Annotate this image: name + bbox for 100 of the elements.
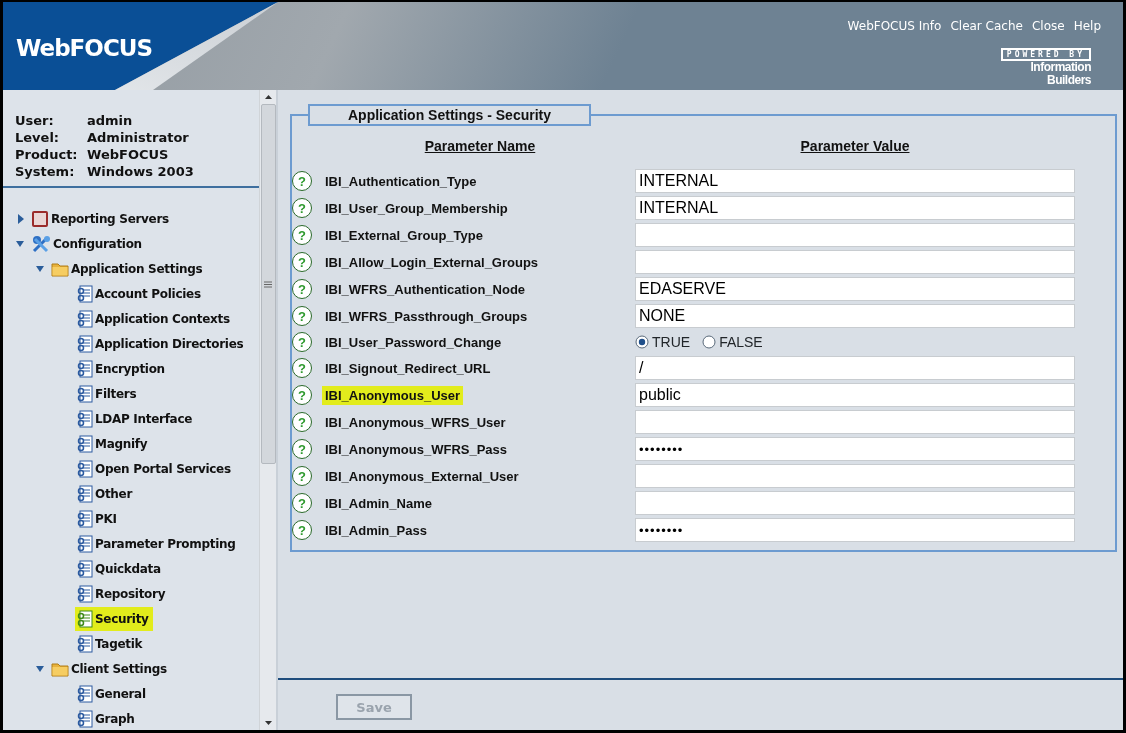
tree-item[interactable]: Application Contexts [93, 310, 232, 327]
parameter-name: IBI_Allow_Login_External_Groups [324, 253, 540, 272]
help-button[interactable]: ? [292, 493, 312, 513]
input-field[interactable] [635, 410, 1075, 434]
scroll-down-icon[interactable] [263, 720, 273, 726]
tree-item[interactable]: General [93, 685, 148, 702]
input-field[interactable]: INTERNAL [635, 196, 1075, 220]
input-field[interactable]: / [635, 356, 1075, 380]
help-button[interactable]: ? [292, 412, 312, 432]
info-label: Level: [15, 129, 61, 146]
tree-item[interactable]: Repository [93, 585, 168, 602]
tree-item[interactable]: Other [93, 485, 135, 502]
tree-item[interactable]: Parameter Prompting [93, 535, 238, 552]
parameter-name: IBI_Anonymous_WFRS_Pass [324, 440, 509, 459]
help-button[interactable]: ? [292, 358, 312, 378]
parameter-name: IBI_User_Group_Membership [324, 199, 509, 218]
parameter-name: IBI_Anonymous_External_User [324, 467, 520, 486]
scroll-thumb[interactable] [260, 104, 276, 464]
input-field[interactable] [635, 250, 1075, 274]
header-link[interactable]: Clear Cache [950, 19, 1023, 33]
tree-item[interactable]: Filters [93, 385, 139, 402]
settings-page-icon [77, 634, 93, 653]
help-button[interactable]: ? [292, 439, 312, 459]
info-label: Product: [15, 146, 79, 163]
settings-page-icon [77, 484, 93, 503]
help-button[interactable]: ? [292, 252, 312, 272]
tree-item[interactable]: LDAP Interface [93, 410, 195, 427]
parameter-name: IBI_Authentication_Type [324, 172, 478, 191]
tree-item[interactable]: Security [93, 610, 151, 627]
parameter-name: IBI_Admin_Name [324, 494, 433, 513]
help-button[interactable]: ? [292, 225, 312, 245]
header-link[interactable]: Help [1073, 19, 1101, 33]
help-button[interactable]: ? [292, 279, 312, 299]
help-button[interactable]: ? [292, 385, 312, 405]
parameter-name: IBI_Anonymous_User [322, 385, 464, 405]
settings-page-icon [77, 434, 93, 453]
vendor-logo-text: Builders [1047, 74, 1091, 87]
input-field[interactable]: NONE [635, 304, 1075, 328]
radio-selected-icon[interactable] [635, 335, 649, 349]
tree-item[interactable]: Client Settings [69, 660, 169, 677]
panel-title: Application Settings - Security [308, 104, 592, 126]
input-field[interactable]: INTERNAL [635, 169, 1075, 193]
parameter-name: IBI_Anonymous_WFRS_User [324, 413, 507, 432]
info-value: Administrator [87, 129, 189, 146]
parameter-name: IBI_WFRS_Authentication_Node [324, 280, 527, 299]
info-value: WebFOCUS [87, 146, 169, 163]
info-label: User: [15, 112, 55, 129]
radio-icon[interactable] [702, 335, 717, 349]
settings-page-icon [77, 534, 93, 553]
tree-item[interactable]: Application Settings [69, 260, 205, 277]
header-link[interactable]: Close [1031, 19, 1065, 33]
tree-item[interactable]: Tagetik [93, 635, 145, 652]
tree-item[interactable]: Graph [93, 710, 137, 727]
settings-page-icon [77, 459, 93, 478]
tree-item[interactable]: Magnify [93, 435, 150, 452]
settings-page-icon [77, 384, 93, 403]
settings-page-icon [77, 684, 93, 703]
tree-item[interactable]: Encryption [93, 360, 167, 377]
settings-page-icon [77, 309, 93, 328]
vendor-logo-text: Information [1030, 61, 1091, 74]
column-header: Parameter Value [799, 138, 911, 156]
parameter-name: IBI_Signout_Redirect_URL [324, 359, 492, 378]
info-value: admin [87, 112, 133, 129]
tree-item[interactable]: Configuration [51, 235, 144, 252]
tree-item[interactable]: Account Policies [93, 285, 203, 302]
input-field[interactable]: EDASERVE [635, 277, 1075, 301]
tree-item[interactable]: Application Directories [93, 335, 246, 352]
parameter-name: IBI_User_Password_Change [324, 333, 503, 352]
scroll-up-icon[interactable] [263, 94, 273, 100]
settings-page-icon [77, 284, 93, 303]
folder-icon [51, 660, 69, 677]
password-field[interactable]: •••••••• [635, 518, 1075, 542]
radio-option[interactable]: TRUE [635, 334, 691, 350]
help-button[interactable]: ? [292, 198, 312, 218]
password-field[interactable]: •••••••• [635, 437, 1075, 461]
input-field[interactable] [635, 464, 1075, 488]
help-button[interactable]: ? [292, 466, 312, 486]
help-button[interactable]: ? [292, 306, 312, 326]
powered-by-label: POWERED BY [1000, 48, 1091, 61]
info-label: System: [15, 163, 76, 180]
scrollbar[interactable] [259, 90, 276, 730]
parameter-name: IBI_WFRS_Passthrough_Groups [324, 307, 529, 326]
help-button[interactable]: ? [292, 171, 312, 191]
input-field[interactable] [635, 223, 1075, 247]
column-header: Parameter Name [423, 138, 537, 156]
input-field[interactable]: public [635, 383, 1075, 407]
help-button[interactable]: ? [292, 520, 312, 540]
tree-item[interactable]: Quickdata [93, 560, 163, 577]
parameter-name: IBI_External_Group_Type [324, 226, 484, 245]
radio-option[interactable]: FALSE [702, 334, 763, 350]
tree-item[interactable]: Open Portal Services [93, 460, 233, 477]
help-button[interactable]: ? [292, 332, 312, 352]
tree-item[interactable]: Reporting Servers [49, 210, 171, 227]
header-link[interactable]: WebFOCUS Info [847, 19, 942, 33]
input-field[interactable] [635, 491, 1075, 515]
tools-icon [31, 234, 51, 253]
product-logo: WebFOCUS [16, 35, 152, 61]
settings-page-icon [77, 409, 93, 428]
tree-item[interactable]: PKI [93, 510, 119, 527]
settings-page-icon [77, 584, 93, 603]
